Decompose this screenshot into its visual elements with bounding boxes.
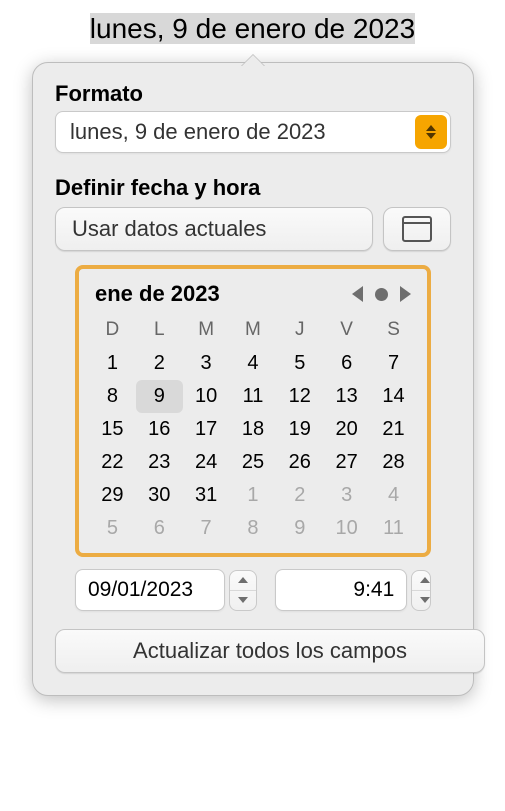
calendar-day[interactable]: 23 xyxy=(136,446,183,479)
define-label: Definir fecha y hora xyxy=(55,175,451,201)
chevron-up-icon xyxy=(230,571,256,591)
weekday-label: V xyxy=(323,315,370,347)
next-month-button[interactable] xyxy=(400,286,411,302)
calendar-day[interactable]: 26 xyxy=(276,446,323,479)
update-all-button[interactable]: Actualizar todos los campos xyxy=(55,629,485,673)
header-date-text: lunes, 9 de enero de 2023 xyxy=(0,13,505,45)
weekday-label: M xyxy=(183,315,230,347)
calendar-day[interactable]: 19 xyxy=(276,413,323,446)
calendar-day[interactable]: 15 xyxy=(89,413,136,446)
calendar: ene de 2023 DLMMJVS 12345678910111213141… xyxy=(75,265,431,557)
format-label: Formato xyxy=(55,81,451,107)
calendar-day[interactable]: 11 xyxy=(230,380,277,413)
calendar-day[interactable]: 31 xyxy=(183,479,230,512)
weekday-label: M xyxy=(230,315,277,347)
weekday-label: S xyxy=(370,315,417,347)
calendar-day[interactable]: 6 xyxy=(136,512,183,545)
chevron-updown-icon xyxy=(415,115,447,149)
calendar-day[interactable]: 4 xyxy=(230,347,277,380)
calendar-day[interactable]: 25 xyxy=(230,446,277,479)
time-input[interactable] xyxy=(275,569,407,611)
time-stepper[interactable] xyxy=(411,570,431,611)
calendar-day[interactable]: 1 xyxy=(230,479,277,512)
prev-month-button[interactable] xyxy=(352,286,363,302)
calendar-day[interactable]: 29 xyxy=(89,479,136,512)
calendar-day[interactable]: 24 xyxy=(183,446,230,479)
date-input[interactable] xyxy=(75,569,225,611)
calendar-day[interactable]: 6 xyxy=(323,347,370,380)
calendar-day[interactable]: 8 xyxy=(89,380,136,413)
calendar-day[interactable]: 28 xyxy=(370,446,417,479)
insert-table-button[interactable] xyxy=(383,207,451,251)
calendar-day[interactable]: 7 xyxy=(370,347,417,380)
calendar-day[interactable]: 10 xyxy=(323,512,370,545)
chevron-up-icon xyxy=(412,571,431,591)
calendar-day[interactable]: 20 xyxy=(323,413,370,446)
calendar-day[interactable]: 21 xyxy=(370,413,417,446)
calendar-day[interactable]: 10 xyxy=(183,380,230,413)
weekday-label: L xyxy=(136,315,183,347)
table-icon xyxy=(402,216,432,242)
calendar-day[interactable]: 13 xyxy=(323,380,370,413)
date-popover: Formato lunes, 9 de enero de 2023 Defini… xyxy=(32,62,474,696)
calendar-day[interactable]: 18 xyxy=(230,413,277,446)
calendar-day[interactable]: 27 xyxy=(323,446,370,479)
calendar-day[interactable]: 16 xyxy=(136,413,183,446)
weekday-label: J xyxy=(276,315,323,347)
calendar-day[interactable]: 4 xyxy=(370,479,417,512)
chevron-down-icon xyxy=(412,591,431,610)
calendar-day[interactable]: 8 xyxy=(230,512,277,545)
calendar-day[interactable]: 17 xyxy=(183,413,230,446)
calendar-day[interactable]: 14 xyxy=(370,380,417,413)
calendar-day[interactable]: 11 xyxy=(370,512,417,545)
calendar-day[interactable]: 3 xyxy=(183,347,230,380)
calendar-day[interactable]: 9 xyxy=(276,512,323,545)
today-button[interactable] xyxy=(375,288,388,301)
calendar-day[interactable]: 5 xyxy=(89,512,136,545)
weekday-label: D xyxy=(89,315,136,347)
calendar-day[interactable]: 1 xyxy=(89,347,136,380)
calendar-day[interactable]: 2 xyxy=(276,479,323,512)
calendar-title: ene de 2023 xyxy=(95,281,220,307)
calendar-day[interactable]: 5 xyxy=(276,347,323,380)
use-current-label: Usar datos actuales xyxy=(72,216,266,242)
use-current-button[interactable]: Usar datos actuales xyxy=(55,207,373,251)
format-select-value: lunes, 9 de enero de 2023 xyxy=(70,119,326,145)
update-all-label: Actualizar todos los campos xyxy=(133,638,407,664)
calendar-day[interactable]: 7 xyxy=(183,512,230,545)
chevron-down-icon xyxy=(230,591,256,610)
format-select[interactable]: lunes, 9 de enero de 2023 xyxy=(55,111,451,153)
date-stepper[interactable] xyxy=(229,570,257,611)
calendar-day[interactable]: 22 xyxy=(89,446,136,479)
calendar-day[interactable]: 3 xyxy=(323,479,370,512)
calendar-day[interactable]: 2 xyxy=(136,347,183,380)
calendar-day[interactable]: 30 xyxy=(136,479,183,512)
calendar-day[interactable]: 9 xyxy=(136,380,183,413)
calendar-day[interactable]: 12 xyxy=(276,380,323,413)
